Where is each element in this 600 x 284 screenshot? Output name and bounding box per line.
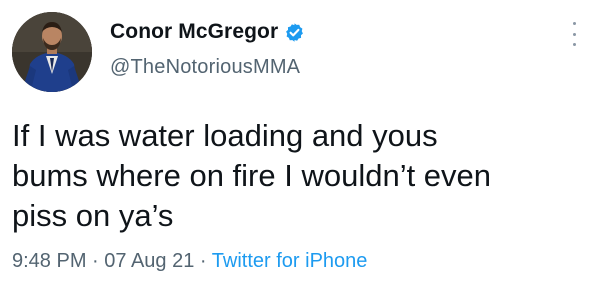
tweet-time[interactable]: 9:48 PM bbox=[12, 250, 86, 272]
meta-separator: · bbox=[92, 250, 105, 272]
display-name[interactable]: Conor McGregor bbox=[110, 20, 278, 44]
more-dot bbox=[572, 43, 576, 46]
verified-badge-icon bbox=[284, 22, 305, 43]
more-dot bbox=[572, 32, 576, 36]
author-block: Conor McGregor @TheNotoriousMMA bbox=[110, 18, 305, 79]
tweet-card: Conor McGregor @TheNotoriousMMA If I was… bbox=[0, 0, 600, 284]
tweet-date[interactable]: 07 Aug 21 bbox=[104, 250, 194, 272]
more-dot bbox=[572, 22, 576, 25]
tweet-meta: 9:48 PM · 07 Aug 21 · Twitter for iPhone bbox=[12, 250, 367, 273]
tweet-text: If I was water loading and yous bums whe… bbox=[12, 118, 492, 233]
profile-photo-icon bbox=[12, 12, 92, 92]
handle[interactable]: @TheNotoriousMMA bbox=[110, 56, 305, 79]
meta-separator: · bbox=[199, 250, 212, 272]
more-options-icon[interactable] bbox=[564, 22, 584, 46]
display-name-row: Conor McGregor bbox=[110, 18, 305, 46]
avatar[interactable] bbox=[12, 12, 92, 92]
tweet-source-link[interactable]: Twitter for iPhone bbox=[212, 250, 368, 272]
